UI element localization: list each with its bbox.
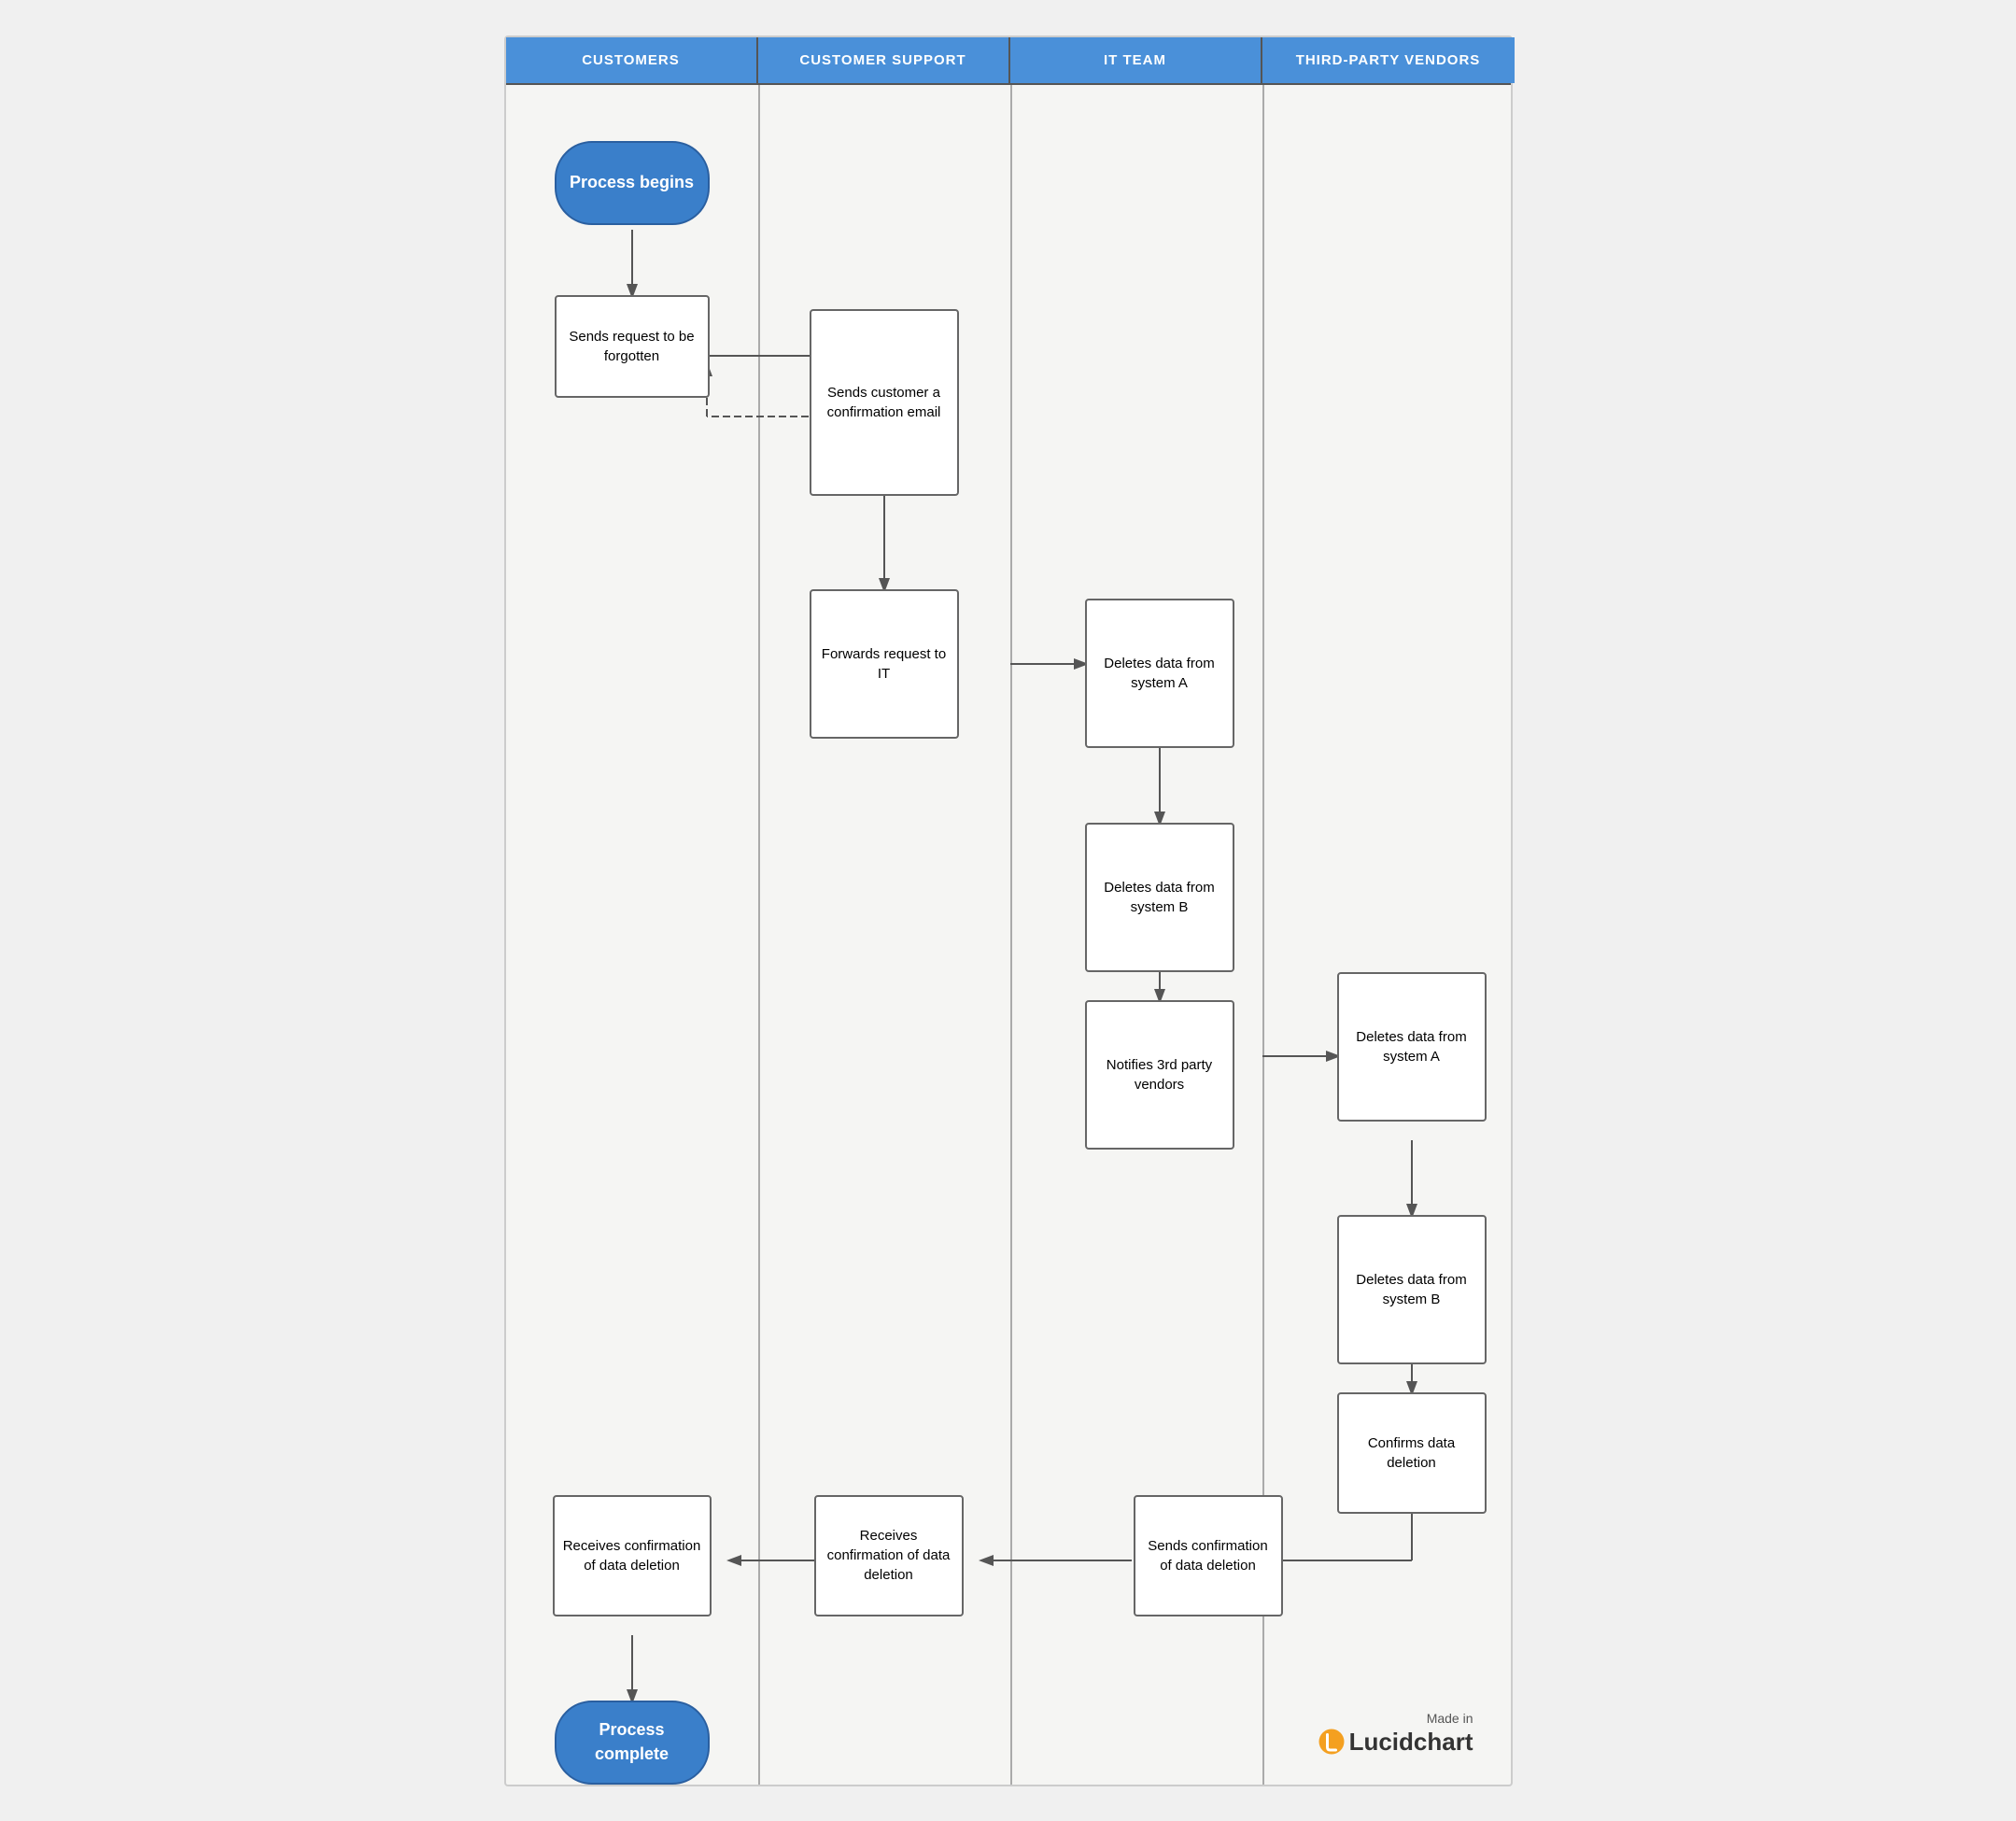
header-it: IT TEAM bbox=[1010, 37, 1262, 83]
lucid-logo: Made in Lucidchart bbox=[1318, 1711, 1473, 1757]
lucid-brand-label: Lucidchart bbox=[1349, 1728, 1473, 1757]
lane-divider-1 bbox=[758, 85, 760, 1785]
deletes-b-vendor-node: Deletes data from system B bbox=[1337, 1215, 1487, 1364]
confirms-deletion-node: Confirms data deletion bbox=[1337, 1392, 1487, 1514]
sends-confirmation-node: Sends confirmation of data deletion bbox=[1134, 1495, 1283, 1616]
process-begins-node: Process begins bbox=[555, 141, 710, 225]
brand-text: Lucidchart bbox=[1318, 1728, 1473, 1757]
forwards-request-node: Forwards request to IT bbox=[810, 589, 959, 739]
diagram-body: Process begins Sends request to be forgo… bbox=[506, 85, 1511, 1785]
header-support: CUSTOMER SUPPORT bbox=[758, 37, 1010, 83]
header-vendors: THIRD-PARTY VENDORS bbox=[1262, 37, 1515, 83]
deletes-a-vendor-node: Deletes data from system A bbox=[1337, 972, 1487, 1122]
notifies-vendors-node: Notifies 3rd party vendors bbox=[1085, 1000, 1234, 1150]
header-customers: CUSTOMERS bbox=[506, 37, 758, 83]
deletes-b-it-node: Deletes data from system B bbox=[1085, 823, 1234, 972]
lucid-icon bbox=[1318, 1728, 1346, 1756]
sends-request-node: Sends request to be forgotten bbox=[555, 295, 710, 398]
receives-confirmation-customer-node: Receives confirmation of data deletion bbox=[553, 1495, 712, 1616]
receives-confirmation-support-node: Receives confirmation of data deletion bbox=[814, 1495, 964, 1616]
sends-confirmation-email-node: Sends customer a confirmation email bbox=[810, 309, 959, 496]
header-row: CUSTOMERS CUSTOMER SUPPORT IT TEAM THIRD… bbox=[506, 37, 1511, 85]
diagram-wrapper: CUSTOMERS CUSTOMER SUPPORT IT TEAM THIRD… bbox=[504, 35, 1513, 1786]
lane-divider-2 bbox=[1010, 85, 1012, 1785]
made-in-text: Made in bbox=[1318, 1711, 1473, 1726]
process-complete-node: Process complete bbox=[555, 1701, 710, 1785]
deletes-a-it-node: Deletes data from system A bbox=[1085, 599, 1234, 748]
